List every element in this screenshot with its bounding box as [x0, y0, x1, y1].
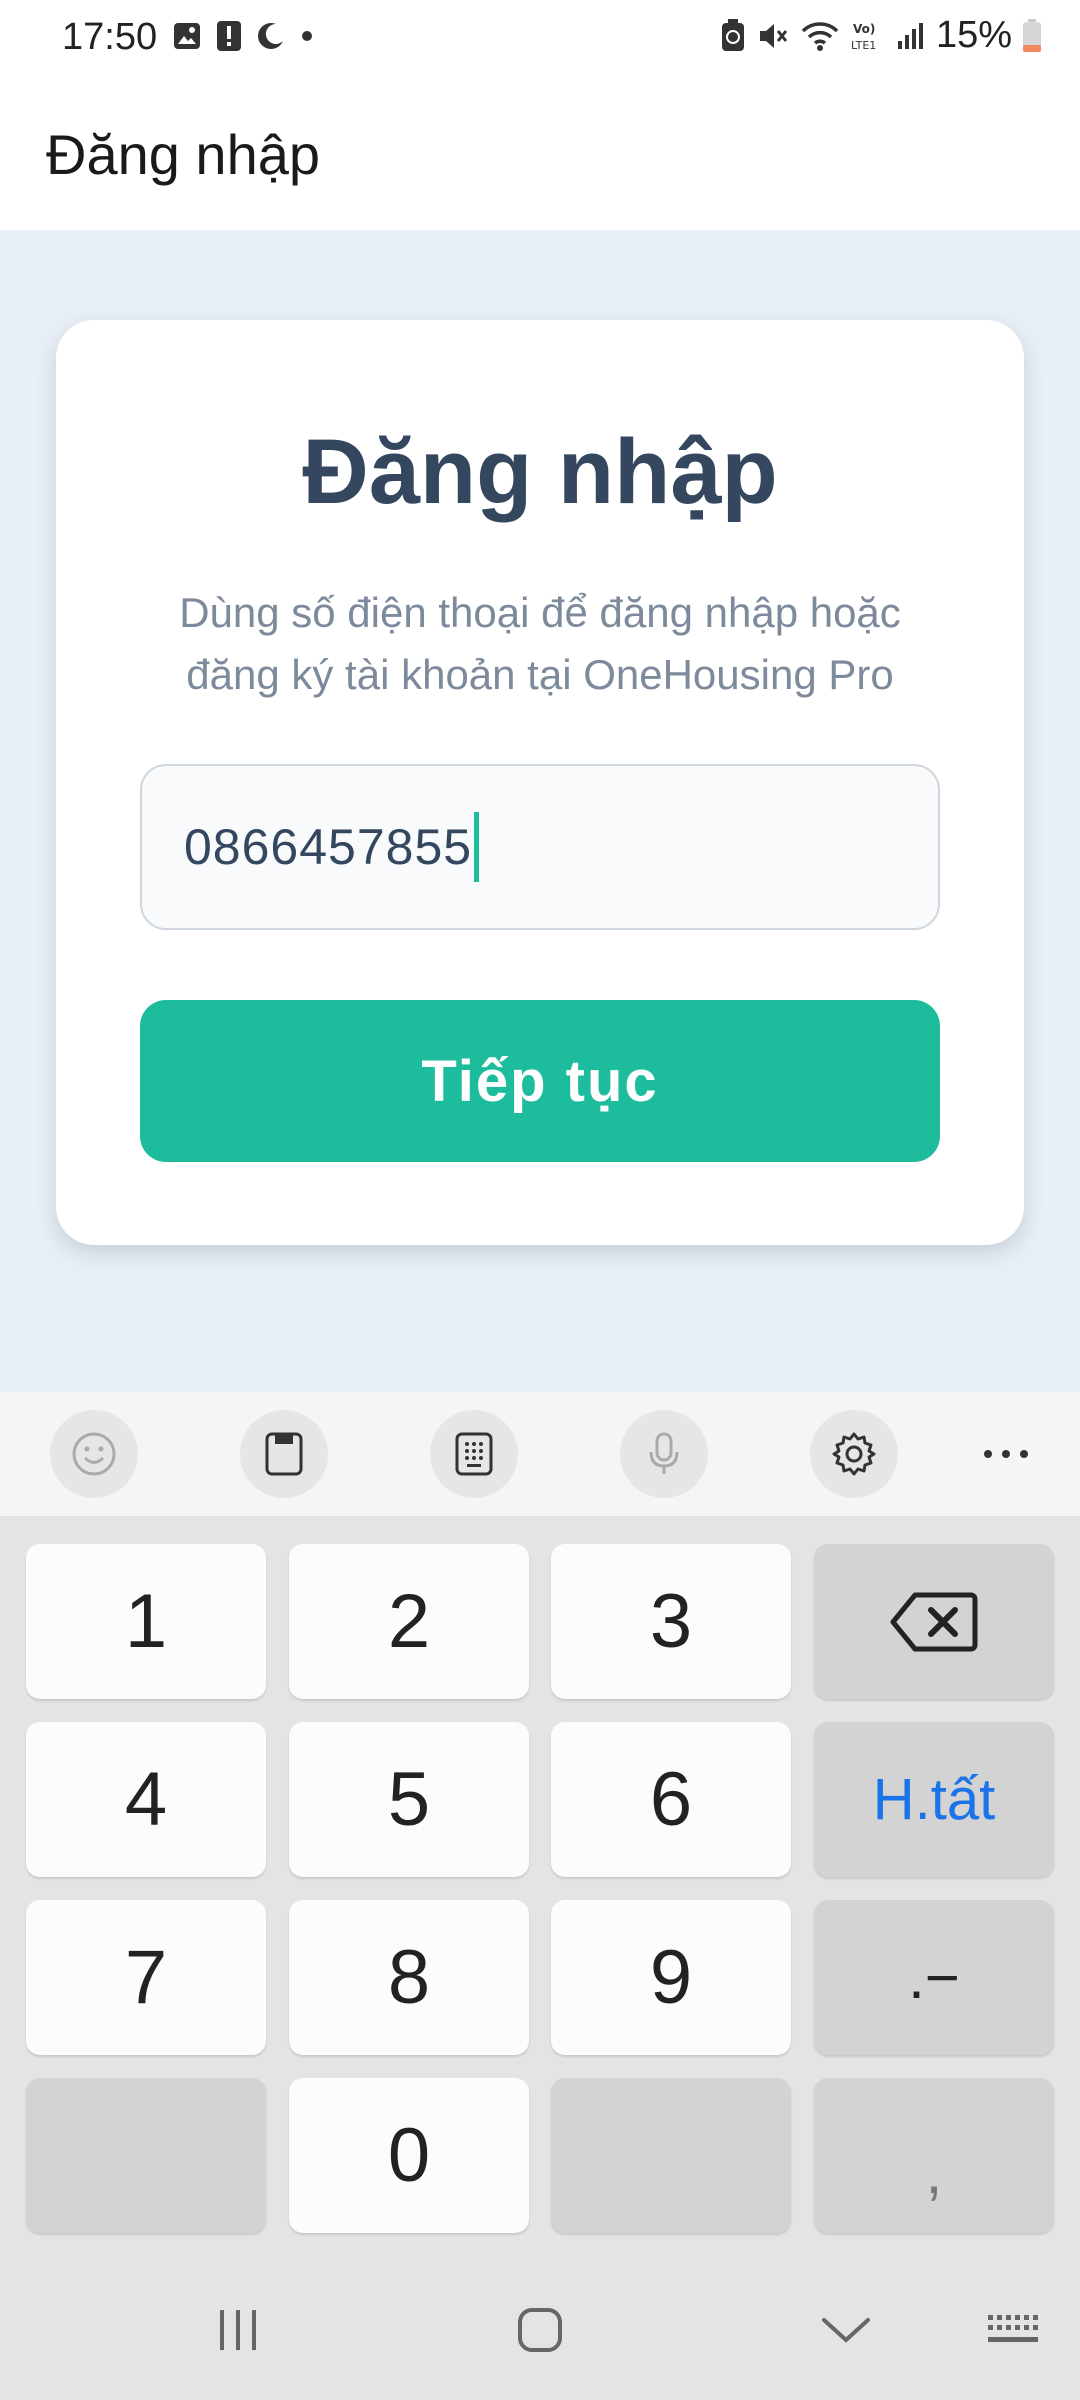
more-button[interactable]	[962, 1410, 1050, 1498]
status-right-icons: Vo) LTE1 15%	[720, 14, 1042, 57]
blank-key-right	[551, 2078, 791, 2233]
key-5[interactable]: 5	[289, 1722, 529, 1877]
keyboard-toolbar	[0, 1392, 1080, 1516]
status-bar: 17:50 Vo) LTE1 15%	[0, 0, 1080, 80]
key-6[interactable]: 6	[551, 1722, 791, 1877]
phone-input[interactable]: 0866457855	[140, 764, 940, 930]
more-icon	[982, 1448, 1030, 1460]
login-card: Đăng nhập Dùng số điện thoại để đăng nhậ…	[56, 320, 1024, 1245]
volte-icon: Vo) LTE1	[850, 19, 886, 53]
svg-text:Vo): Vo)	[853, 22, 875, 36]
dot-icon	[300, 29, 314, 43]
dot-dash-key[interactable]: .−	[814, 1900, 1054, 2055]
login-title: Đăng nhập	[302, 421, 778, 523]
mic-icon	[644, 1430, 684, 1478]
status-left-icons	[172, 20, 314, 52]
home-button[interactable]	[500, 2290, 580, 2370]
key-4[interactable]: 4	[26, 1722, 266, 1877]
status-time: 17:50	[62, 16, 158, 58]
app-bar-title: Đăng nhập	[46, 123, 321, 186]
alert-icon	[216, 20, 242, 52]
keypad-icon	[452, 1430, 496, 1478]
mic-button[interactable]	[620, 1410, 708, 1498]
emoji-button[interactable]	[50, 1410, 138, 1498]
mute-icon	[756, 19, 790, 53]
battery-icon	[1022, 18, 1042, 53]
content-area: Đăng nhập Dùng số điện thoại để đăng nhậ…	[0, 230, 1080, 1392]
battery-saver-icon	[720, 18, 746, 53]
clipboard-button[interactable]	[240, 1410, 328, 1498]
key-2[interactable]: 2	[289, 1544, 529, 1699]
keyboard-switch-button[interactable]	[974, 2290, 1054, 2370]
continue-button[interactable]: Tiếp tục	[140, 1000, 940, 1162]
moon-icon	[256, 21, 286, 51]
recents-icon	[214, 2308, 262, 2352]
key-8[interactable]: 8	[289, 1900, 529, 2055]
keyboard-switch-icon	[986, 2313, 1042, 2347]
clipboard-icon	[262, 1430, 306, 1478]
comma-key[interactable]: ,	[814, 2078, 1054, 2233]
image-icon	[172, 21, 202, 51]
key-1[interactable]: 1	[26, 1544, 266, 1699]
backspace-key[interactable]	[814, 1544, 1054, 1699]
app-bar: Đăng nhập	[0, 80, 1080, 230]
recents-button[interactable]	[198, 2290, 278, 2370]
keypad-button[interactable]	[430, 1410, 518, 1498]
key-9[interactable]: 9	[551, 1900, 791, 2055]
settings-button[interactable]	[810, 1410, 898, 1498]
navigation-bar	[0, 2250, 1080, 2400]
signal-icon	[896, 21, 926, 51]
emoji-icon	[70, 1430, 118, 1478]
back-button[interactable]	[806, 2290, 886, 2370]
back-icon	[820, 2315, 872, 2345]
blank-key-left	[26, 2078, 266, 2233]
battery-percentage: 15%	[935, 14, 1012, 56]
key-3[interactable]: 3	[551, 1544, 791, 1699]
done-key[interactable]: H.tất	[814, 1722, 1054, 1877]
key-0[interactable]: 0	[289, 2078, 529, 2233]
key-7[interactable]: 7	[26, 1900, 266, 2055]
settings-icon	[830, 1430, 878, 1478]
text-caret	[474, 812, 480, 882]
phone-input-value: 0866457855	[184, 819, 473, 875]
login-subtitle: Dùng số điện thoại để đăng nhập hoặc đăn…	[179, 589, 901, 698]
wifi-icon	[800, 19, 840, 53]
home-icon	[516, 2306, 564, 2354]
svg-text:LTE1: LTE1	[851, 39, 876, 52]
backspace-icon	[889, 1591, 979, 1653]
